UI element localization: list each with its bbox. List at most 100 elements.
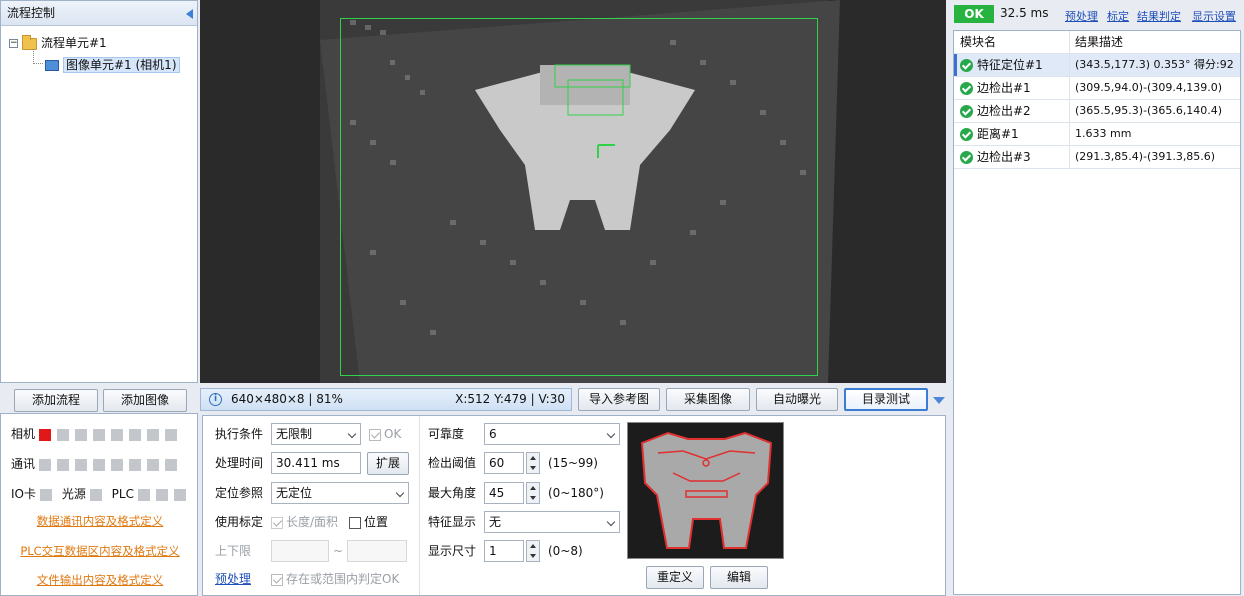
add-flow-button[interactable]: 添加流程 xyxy=(14,389,98,412)
result-status-badge: OK xyxy=(954,5,994,23)
chevron-down-icon xyxy=(347,429,357,439)
status-indicator xyxy=(165,428,178,441)
status-indicator xyxy=(93,428,106,441)
status-indicator xyxy=(89,488,102,501)
table-row[interactable]: 边检出#2 (365.5,95.3)-(365.6,140.4) xyxy=(954,100,1240,123)
status-indicator xyxy=(147,458,160,471)
exec-cond-select[interactable]: 无限制 xyxy=(271,423,361,445)
status-indicator xyxy=(40,488,52,501)
header-result-desc: 结果描述 xyxy=(1075,35,1124,49)
edit-button[interactable]: 编辑 xyxy=(710,566,768,589)
feature-show-label: 特征显示 xyxy=(428,515,477,529)
roi-frame[interactable] xyxy=(340,18,818,376)
ok-checkbox[interactable]: OK xyxy=(369,423,401,445)
add-image-button[interactable]: 添加图像 xyxy=(103,389,187,412)
tree-image-unit[interactable]: 图像单元#1 (相机1) xyxy=(45,55,180,75)
max-angle-range: (0~180°) xyxy=(548,486,604,500)
position-checkbox[interactable]: 位置 xyxy=(349,511,388,533)
detect-thresh-input[interactable]: 60 xyxy=(484,452,524,474)
locate-ref-label: 定位参照 xyxy=(215,486,264,500)
length-area-checkbox[interactable]: 长度/面积 xyxy=(271,511,338,533)
show-size-spinner[interactable] xyxy=(526,540,540,562)
length-area-label: 长度/面积 xyxy=(286,515,339,529)
divider xyxy=(419,416,420,595)
redefine-button[interactable]: 重定义 xyxy=(646,566,704,589)
module-name: 距离#1 xyxy=(977,127,1019,141)
proc-time-field: 30.411 ms xyxy=(271,452,361,474)
cursor-position: X:512 Y:479 | V:30 xyxy=(455,392,565,406)
directory-test-button[interactable]: 目录测试 xyxy=(844,388,928,411)
range-min-input[interactable] xyxy=(271,540,329,562)
folder-icon xyxy=(22,34,37,50)
module-name: 边检出#2 xyxy=(977,104,1031,118)
show-size-input[interactable]: 1 xyxy=(484,540,524,562)
status-indicator xyxy=(111,458,124,471)
camera-label: 相机 xyxy=(11,427,36,441)
locate-ref-select[interactable]: 无定位 xyxy=(271,482,409,504)
detect-thresh-label: 检出阈值 xyxy=(428,456,477,470)
status-indicator xyxy=(137,488,150,501)
range-separator: ~ xyxy=(333,544,344,558)
calibration-link[interactable]: 标定 xyxy=(1107,8,1129,24)
table-row[interactable]: 特征定位#1 (343.5,177.3) 0.353° 得分:92 xyxy=(954,54,1240,77)
reliability-select[interactable]: 6 xyxy=(484,423,620,445)
file-output-link[interactable]: 文件输出内容及格式定义 xyxy=(1,572,199,588)
ok-check-icon xyxy=(960,151,973,164)
camera-status-row: 相机 xyxy=(11,427,178,441)
checkbox-icon xyxy=(271,573,283,586)
chevron-down-icon xyxy=(606,517,616,527)
preprocess-link[interactable]: 预处理 xyxy=(215,568,251,590)
display-settings-link[interactable]: 显示设置 xyxy=(1192,8,1236,24)
results-header-row: 模块名 结果描述 xyxy=(954,31,1240,54)
chevron-down-icon xyxy=(395,488,405,498)
judge-checkbox[interactable]: 存在或范围内判定OK xyxy=(271,568,399,590)
comm-status-row: 通讯 xyxy=(11,457,178,471)
detect-thresh-spinner[interactable] xyxy=(526,452,540,474)
capture-image-button[interactable]: 采集图像 xyxy=(666,388,750,411)
plc-data-link[interactable]: PLC交互数据区内容及格式定义 xyxy=(1,543,199,559)
module-name-cell: 特征定位#1 xyxy=(954,54,1070,76)
table-row[interactable]: 边检出#3 (291.3,85.4)-(391.3,85.6) xyxy=(954,146,1240,169)
exec-cond-label: 执行条件 xyxy=(215,427,264,441)
image-info-bar: i 640×480×8 | 81% X:512 Y:479 | V:30 xyxy=(200,388,572,411)
ok-check-icon xyxy=(960,128,973,141)
exec-cond-value: 无限制 xyxy=(276,427,313,441)
reliability-label: 可靠度 xyxy=(428,427,465,441)
table-row[interactable]: 距离#1 1.633 mm xyxy=(954,123,1240,146)
status-indicator xyxy=(165,458,178,471)
feature-show-value: 无 xyxy=(489,515,502,529)
comm-label: 通讯 xyxy=(11,457,36,471)
device-status-panel: 相机 通讯 IO卡 光源 PLC 数据通讯内容及格式定义 PLC交互数据区内容及… xyxy=(0,413,198,596)
module-name-cell: 边检出#2 xyxy=(954,100,1070,122)
preprocess-result-link[interactable]: 预处理 xyxy=(1065,8,1098,24)
tree-flow-unit-label: 流程单元#1 xyxy=(41,36,107,50)
module-name-cell: 边检出#1 xyxy=(954,77,1070,99)
expand-button[interactable]: 扩展 xyxy=(367,452,409,475)
ok-checkbox-label: OK xyxy=(384,427,402,441)
status-indicator xyxy=(129,458,142,471)
max-angle-input[interactable]: 45 xyxy=(484,482,524,504)
import-reference-button[interactable]: 导入参考图 xyxy=(578,388,660,411)
toolbar-dropdown-icon[interactable] xyxy=(933,397,945,404)
status-indicator xyxy=(57,428,70,441)
max-angle-spinner[interactable] xyxy=(526,482,540,504)
image-viewer[interactable] xyxy=(200,0,946,383)
module-name-cell: 边检出#3 xyxy=(954,146,1070,168)
status-indicator xyxy=(39,458,52,471)
tree-flow-unit[interactable]: − 流程单元#1 xyxy=(9,33,107,53)
result-judge-link[interactable]: 结果判定 xyxy=(1137,8,1181,24)
plc-label: PLC xyxy=(111,487,134,501)
status-indicator xyxy=(57,458,70,471)
range-max-input[interactable] xyxy=(347,540,407,562)
status-indicator xyxy=(155,488,168,501)
feature-show-select[interactable]: 无 xyxy=(484,511,620,533)
result-desc-cell: (291.3,85.4)-(391.3,85.6) xyxy=(1075,150,1216,163)
collapse-left-icon[interactable] xyxy=(186,9,193,19)
data-comm-link[interactable]: 数据通讯内容及格式定义 xyxy=(1,513,199,529)
status-indicator xyxy=(173,488,186,501)
tree-collapse-icon[interactable]: − xyxy=(9,39,18,48)
auto-exposure-button[interactable]: 自动曝光 xyxy=(756,388,838,411)
template-thumbnail[interactable] xyxy=(627,422,784,559)
table-row[interactable]: 边检出#1 (309.5,94.0)-(309.4,139.0) xyxy=(954,77,1240,100)
status-indicator xyxy=(147,428,160,441)
